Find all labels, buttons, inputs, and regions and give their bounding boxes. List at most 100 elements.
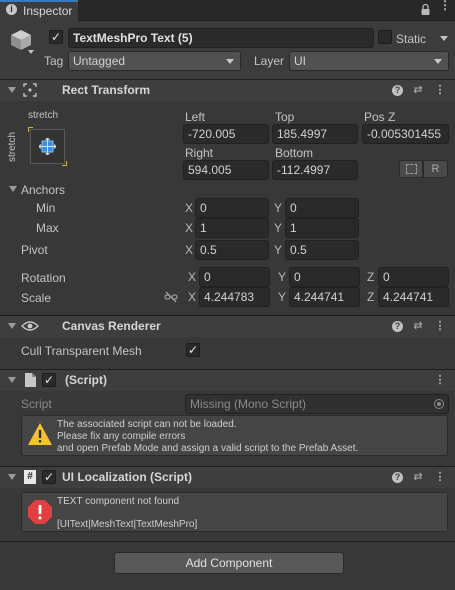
max-y-field[interactable]: 1 bbox=[285, 218, 359, 238]
max-x-axis: X bbox=[185, 221, 194, 235]
scale-label: Scale bbox=[21, 291, 52, 305]
add-component-button[interactable]: Add Component bbox=[114, 552, 344, 574]
max-x-field[interactable]: 1 bbox=[195, 218, 269, 238]
rect-transform-foldout-icon[interactable] bbox=[8, 87, 16, 93]
left-field[interactable]: -720.005 bbox=[183, 124, 269, 144]
icon-dropdown-arrow-icon[interactable] bbox=[28, 50, 34, 54]
help-icon[interactable]: ? bbox=[392, 85, 403, 96]
anchor-preset-h-label: stretch bbox=[28, 110, 59, 121]
min-x-axis: X bbox=[185, 201, 194, 215]
canvas-renderer-foldout-icon[interactable] bbox=[8, 323, 16, 329]
anchor-preset-button[interactable] bbox=[28, 127, 67, 166]
raw-edit-label: R bbox=[431, 163, 440, 175]
ui-localization-enabled-toggle[interactable]: ✓ bbox=[42, 470, 56, 484]
rect-transform-icon bbox=[23, 83, 37, 97]
ui-localization-foldout-icon[interactable] bbox=[8, 474, 16, 480]
info-icon: i bbox=[6, 4, 17, 15]
component-menu-icon[interactable]: ⋮ bbox=[433, 373, 447, 386]
script-label: Script bbox=[21, 397, 52, 411]
tab-inspector-label: Inspector bbox=[23, 4, 73, 18]
component-menu-icon[interactable]: ⋮ bbox=[433, 470, 447, 483]
blueprint-icon bbox=[406, 164, 417, 174]
presets-icon[interactable]: ⇄ bbox=[411, 83, 425, 96]
warning-line-3: and open Prefab Mode and assign a valid … bbox=[57, 443, 359, 454]
components-divider bbox=[0, 541, 455, 542]
min-y-axis: Y bbox=[274, 201, 283, 215]
top-label: Top bbox=[275, 110, 295, 124]
pivot-y-field[interactable]: 0.5 bbox=[285, 240, 359, 260]
gameobject-name-field[interactable]: TextMeshPro Text (5) bbox=[68, 28, 374, 48]
eye-icon bbox=[21, 320, 39, 332]
rot-x-axis: X bbox=[188, 270, 197, 284]
cull-transparent-mesh-label: Cull Transparent Mesh bbox=[21, 344, 142, 358]
right-field[interactable]: 594.005 bbox=[183, 160, 269, 180]
blueprint-mode-button[interactable] bbox=[399, 160, 423, 178]
cull-transparent-mesh-checkbox[interactable]: ✓ bbox=[186, 343, 200, 357]
pivot-y-axis: Y bbox=[274, 243, 283, 257]
rot-z-field[interactable]: 0 bbox=[378, 267, 449, 287]
missing-script-enabled-toggle[interactable]: ✓ bbox=[42, 373, 56, 387]
tag-dropdown[interactable]: Untagged bbox=[68, 51, 241, 71]
missing-script-foldout-icon[interactable] bbox=[8, 377, 16, 383]
layer-value: UI bbox=[294, 54, 306, 68]
lock-icon[interactable] bbox=[420, 3, 431, 16]
anchors-label: Anchors bbox=[21, 183, 66, 197]
static-label: Static bbox=[396, 32, 427, 46]
help-icon[interactable]: ? bbox=[392, 472, 403, 483]
canvas-renderer-header[interactable]: Canvas Renderer ? ⇄ ⋮ bbox=[0, 315, 455, 337]
missing-script-title: (Script) bbox=[65, 373, 107, 387]
raw-edit-button[interactable]: R bbox=[423, 160, 448, 178]
warning-line-2: Please fix any compile errors bbox=[57, 431, 186, 442]
missing-script-header[interactable]: ✓ (Script) ⋮ bbox=[0, 369, 455, 391]
top-field[interactable]: 185.4997 bbox=[272, 124, 358, 144]
max-label: Max bbox=[36, 221, 59, 235]
warning-line-1: The associated script can not be loaded. bbox=[57, 419, 237, 430]
ui-localization-header[interactable]: # ✓ UI Localization (Script) ? ⇄ ⋮ bbox=[0, 466, 455, 488]
anchor-preset-v-label: stretch bbox=[7, 131, 18, 162]
static-toggle[interactable] bbox=[378, 30, 392, 44]
document-icon bbox=[25, 373, 36, 387]
presets-icon[interactable]: ⇄ bbox=[411, 319, 425, 332]
bottom-label: Bottom bbox=[275, 146, 314, 160]
component-menu-icon[interactable]: ⋮ bbox=[433, 319, 447, 332]
layer-dropdown[interactable]: UI bbox=[289, 51, 449, 71]
constrain-proportions-icon[interactable] bbox=[164, 291, 178, 303]
csharp-script-icon: # bbox=[24, 470, 36, 484]
scale-y-field[interactable]: 4.244741 bbox=[289, 287, 360, 307]
component-menu-icon[interactable]: ⋮ bbox=[433, 83, 447, 96]
layer-label: Layer bbox=[254, 54, 285, 68]
presets-icon[interactable]: ⇄ bbox=[411, 470, 425, 483]
error-line-2: [UIText|MeshText|TextMeshPro] bbox=[57, 519, 198, 530]
active-toggle[interactable]: ✓ bbox=[49, 30, 63, 44]
gameobject-cube-icon[interactable] bbox=[9, 28, 33, 52]
tag-label: Tag bbox=[44, 54, 64, 68]
posz-field[interactable]: -0.005301455 bbox=[362, 124, 449, 144]
max-y-axis: Y bbox=[274, 221, 283, 235]
add-component-label: Add Component bbox=[185, 556, 273, 570]
script-object-field[interactable]: Missing (Mono Script) bbox=[185, 394, 449, 414]
rot-x-field[interactable]: 0 bbox=[199, 267, 270, 287]
min-y-field[interactable]: 0 bbox=[285, 198, 359, 218]
left-label: Left bbox=[185, 110, 206, 124]
rotation-label: Rotation bbox=[21, 271, 66, 285]
rect-transform-header[interactable]: Rect Transform ? ⇄ ⋮ bbox=[0, 79, 455, 101]
tab-menu-icon[interactable]: ⋮ bbox=[439, 0, 451, 11]
rot-z-axis: Z bbox=[367, 270, 375, 284]
anchors-foldout-icon[interactable] bbox=[9, 186, 17, 192]
rect-transform-title: Rect Transform bbox=[62, 83, 151, 97]
min-x-field[interactable]: 0 bbox=[195, 198, 269, 218]
scale-z-axis: Z bbox=[367, 290, 375, 304]
scale-x-field[interactable]: 4.244783 bbox=[199, 287, 270, 307]
help-icon[interactable]: ? bbox=[392, 321, 403, 332]
right-label: Right bbox=[185, 146, 214, 160]
scale-y-axis: Y bbox=[278, 290, 287, 304]
pivot-x-field[interactable]: 0.5 bbox=[195, 240, 269, 260]
bottom-field[interactable]: -112.4997 bbox=[272, 160, 358, 180]
rot-y-field[interactable]: 0 bbox=[289, 267, 360, 287]
static-dropdown-arrow-icon[interactable] bbox=[440, 36, 448, 41]
scale-z-field[interactable]: 4.244741 bbox=[378, 287, 449, 307]
object-picker-icon[interactable] bbox=[434, 399, 444, 409]
canvas-renderer-title: Canvas Renderer bbox=[62, 319, 161, 333]
posz-label: Pos Z bbox=[364, 110, 396, 124]
min-label: Min bbox=[36, 201, 56, 215]
